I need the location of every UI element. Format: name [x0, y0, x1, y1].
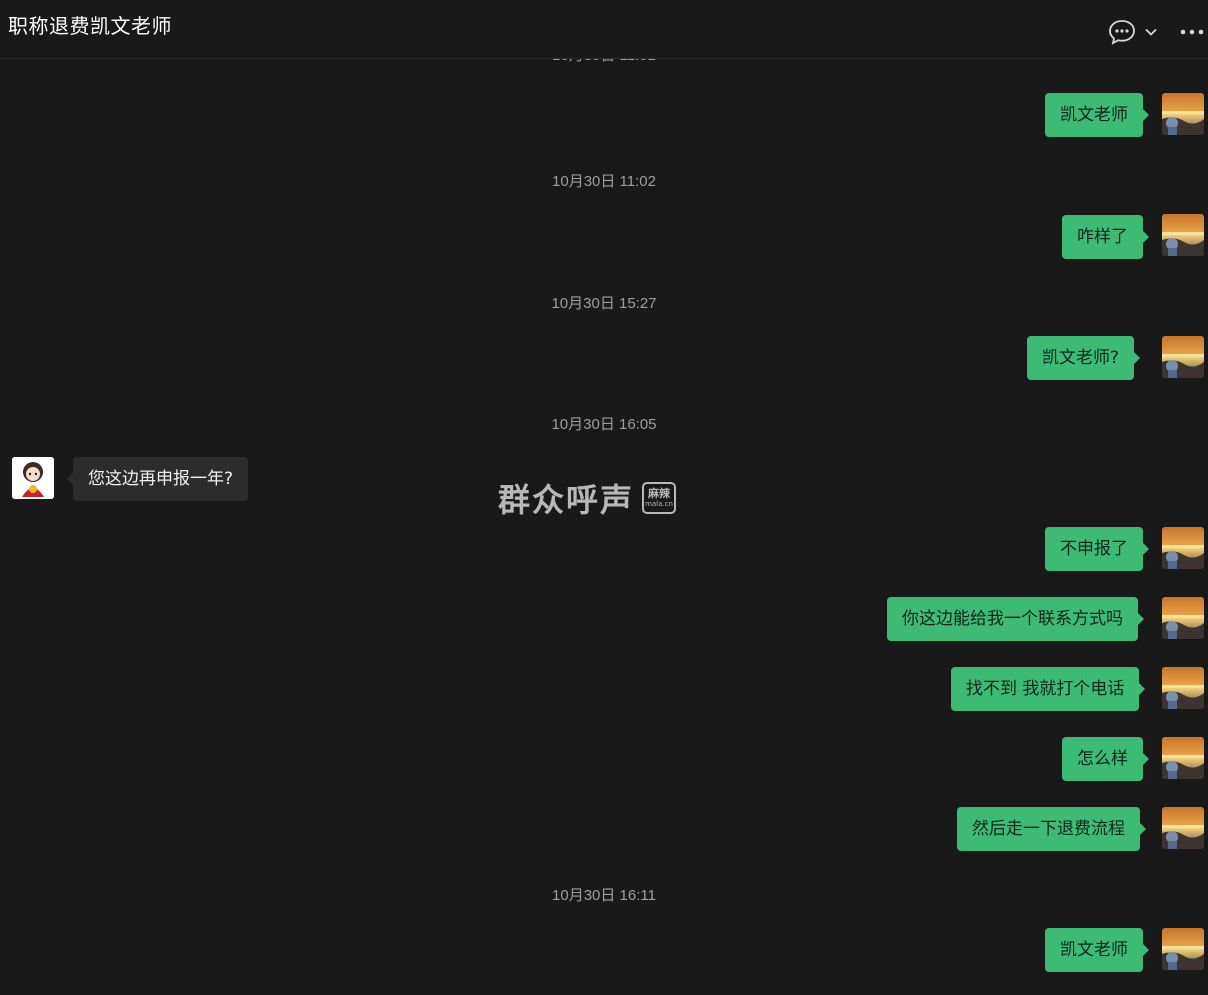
message-bubble-received[interactable]: 您这边再申报一年?: [66, 457, 249, 501]
timestamp: 10月30日 11:02: [552, 173, 656, 190]
avatar-self[interactable]: [1162, 336, 1204, 378]
avatar-self[interactable]: [1162, 527, 1204, 569]
sunset-avatar-icon: [1162, 93, 1204, 135]
message-bubble-sent[interactable]: 凯文老师: [1045, 928, 1149, 972]
girl-avatar-icon: [12, 457, 54, 499]
timestamp: 10月30日 15:27: [551, 295, 657, 312]
message-bubble-sent[interactable]: 咋样了: [1062, 215, 1149, 259]
avatar-self[interactable]: [1162, 667, 1204, 709]
sunset-avatar-icon: [1162, 597, 1204, 639]
avatar-self[interactable]: [1162, 807, 1204, 849]
chat-header: 职称退费凯文老师: [0, 0, 1208, 59]
avatar-self[interactable]: [1162, 928, 1204, 970]
sunset-avatar-icon: [1162, 928, 1204, 970]
sunset-avatar-icon: [1162, 737, 1204, 779]
chat-title: 职称退费凯文老师: [8, 14, 172, 38]
message-bubble-sent[interactable]: 凯文老师: [1045, 93, 1149, 137]
watermark: 群众呼声 麻辣 mala.cn: [498, 478, 677, 519]
avatar-self[interactable]: [1162, 214, 1204, 256]
message-bubble-sent[interactable]: 不申报了: [1045, 527, 1149, 571]
message-list[interactable]: 10月30日 11:02 凯文老师 10月30日 11:02 咋样了 10月30…: [0, 0, 1208, 995]
timestamp: 10月30日 16:11: [552, 887, 656, 904]
avatar-self[interactable]: [1162, 93, 1204, 135]
chat-icon[interactable]: [1108, 19, 1136, 45]
sunset-avatar-icon: [1162, 214, 1204, 256]
avatar-contact[interactable]: [12, 457, 54, 499]
message-bubble-sent[interactable]: 凯文老师?: [1027, 336, 1141, 380]
more-icon[interactable]: [1178, 24, 1206, 40]
avatar-self[interactable]: [1162, 597, 1204, 639]
chevron-down-icon[interactable]: [1144, 25, 1158, 39]
watermark-logo-sub: mala.cn: [645, 500, 673, 508]
sunset-avatar-icon: [1162, 336, 1204, 378]
message-bubble-sent[interactable]: 然后走一下退费流程: [957, 807, 1146, 851]
sunset-avatar-icon: [1162, 807, 1204, 849]
message-bubble-sent[interactable]: 怎么样: [1062, 737, 1149, 781]
watermark-text: 群众呼声: [498, 481, 635, 519]
watermark-logo: 麻辣 mala.cn: [642, 482, 677, 514]
avatar-self[interactable]: [1162, 737, 1204, 779]
sunset-avatar-icon: [1162, 667, 1204, 709]
timestamp: 10月30日 16:05: [551, 416, 657, 433]
sunset-avatar-icon: [1162, 527, 1204, 569]
message-bubble-sent[interactable]: 找不到 我就打个电话: [951, 667, 1146, 711]
watermark-logo-text: 麻辣: [648, 487, 671, 500]
message-bubble-sent[interactable]: 你这边能给我一个联系方式吗: [887, 597, 1144, 641]
